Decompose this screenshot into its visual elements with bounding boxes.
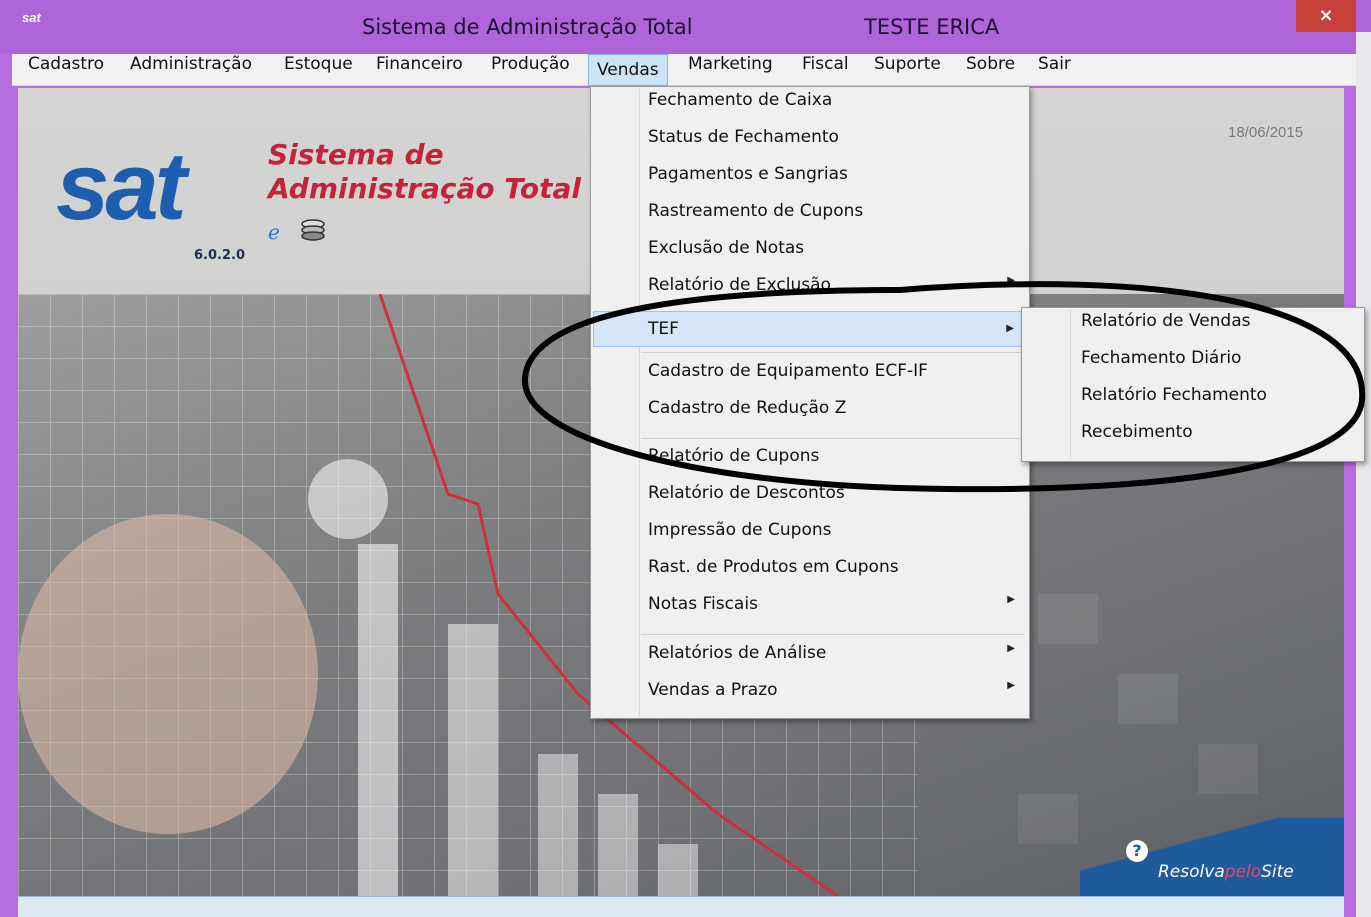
menu-item-status-de-fechamento[interactable]: Status de Fechamento — [593, 127, 1027, 163]
tef-submenu: Relatório de Vendas Fechamento Diário Re… — [1021, 307, 1365, 462]
status-bar — [18, 896, 1344, 917]
title-bar[interactable]: sat Sistema de Administração Total TESTE… — [0, 0, 1371, 54]
menu-item-notas-fiscais[interactable]: Notas Fiscais ▶ — [593, 594, 1027, 630]
menu-separator — [641, 438, 1025, 439]
menu-item-relatorios-de-analise[interactable]: Relatórios de Análise ▶ — [593, 643, 1027, 679]
menu-item-label: Impressão de Cupons — [648, 520, 832, 540]
submenu-arrow-icon: ▶ — [1007, 680, 1015, 691]
menu-item-relatorio-fechamento[interactable]: Relatório Fechamento — [1024, 385, 1362, 421]
menu-item-label: Pagamentos e Sangrias — [648, 164, 848, 184]
database-icon — [301, 219, 325, 241]
application-window: sat Sistema de Administração Total TESTE… — [0, 0, 1371, 917]
vendas-dropdown-menu: Fechamento de Caixa Status de Fechamento… — [590, 86, 1030, 719]
resolva-link[interactable]: ResolvapeloSite — [1158, 862, 1294, 882]
menu-separator — [641, 352, 1025, 353]
menu-item-exclusao-de-notas[interactable]: Exclusão de Notas — [593, 238, 1027, 274]
menu-sobre[interactable]: Sobre — [958, 54, 1023, 86]
menu-fiscal[interactable]: Fiscal — [794, 54, 857, 86]
menu-item-fechamento-de-caixa[interactable]: Fechamento de Caixa — [593, 90, 1027, 126]
browser-icon: ℯ — [268, 220, 280, 244]
submenu-arrow-icon: ▶ — [1007, 594, 1015, 605]
menu-item-label: Relatório de Cupons — [648, 446, 820, 466]
menu-estoque[interactable]: Estoque — [276, 54, 361, 86]
submenu-arrow-icon: ▶ — [1006, 323, 1014, 334]
menu-item-label: Relatório de Descontos — [648, 483, 845, 503]
menu-item-label: Cadastro de Equipamento ECF-IF — [648, 361, 928, 381]
version-label: 6.0.2.0 — [194, 248, 245, 263]
menu-item-recebimento[interactable]: Recebimento — [1024, 422, 1362, 458]
menu-item-cadastro-de-reducao-z[interactable]: Cadastro de Redução Z — [593, 398, 1027, 434]
background-window-edge — [1356, 32, 1371, 917]
menu-item-label: Fechamento de Caixa — [648, 90, 833, 110]
menu-item-relatorio-de-exclusao[interactable]: Relatório de Exclusão ▶ — [593, 275, 1027, 311]
resolva-suffix: Site — [1261, 862, 1294, 882]
menu-bar: Cadastro Administração Estoque Financeir… — [12, 54, 1356, 86]
menu-item-rastreamento-de-cupons[interactable]: Rastreamento de Cupons — [593, 201, 1027, 237]
menu-suporte[interactable]: Suporte — [866, 54, 949, 86]
logo-title-line1: Sistema de — [268, 138, 444, 171]
close-button[interactable]: × — [1296, 0, 1356, 32]
help-icon[interactable]: ? — [1126, 840, 1148, 862]
menu-item-impressao-de-cupons[interactable]: Impressão de Cupons — [593, 520, 1027, 556]
logo-title-line2: Administração Total — [268, 172, 581, 205]
menu-item-fechamento-diario[interactable]: Fechamento Diário — [1024, 348, 1362, 384]
menu-item-relatorio-de-vendas[interactable]: Relatório de Vendas — [1024, 311, 1362, 347]
menu-item-relatorio-de-cupons[interactable]: Relatório de Cupons — [593, 446, 1027, 482]
current-date: 18/06/2015 — [1228, 124, 1304, 141]
menu-item-vendas-a-prazo[interactable]: Vendas a Prazo ▶ — [593, 680, 1027, 716]
menu-item-pagamentos-e-sangrias[interactable]: Pagamentos e Sangrias — [593, 164, 1027, 200]
sat-logo: sat — [56, 133, 187, 240]
menu-vendas[interactable]: Vendas — [588, 54, 668, 86]
menu-producao[interactable]: Produção — [483, 54, 578, 86]
menu-item-label: Status de Fechamento — [648, 127, 839, 147]
submenu-arrow-icon: ▶ — [1007, 643, 1015, 654]
resolva-banner — [1080, 818, 1344, 896]
menu-item-cadastro-de-equipamento[interactable]: Cadastro de Equipamento ECF-IF — [593, 361, 1027, 397]
menu-item-label: Notas Fiscais — [648, 594, 758, 614]
menu-sair[interactable]: Sair — [1030, 54, 1079, 86]
menu-separator — [641, 634, 1025, 635]
resolva-mid: pelo — [1224, 862, 1262, 882]
menu-marketing[interactable]: Marketing — [680, 54, 781, 86]
submenu-arrow-icon: ▶ — [1007, 275, 1015, 286]
menu-item-label: Relatório de Exclusão — [648, 275, 831, 295]
menu-administracao[interactable]: Administração — [122, 54, 260, 86]
app-icon[interactable]: sat — [22, 10, 44, 30]
menu-item-label: Relatórios de Análise — [648, 643, 827, 663]
menu-item-tef[interactable]: TEF ▶ — [593, 311, 1027, 347]
menu-item-label: Exclusão de Notas — [648, 238, 805, 258]
menu-item-label: Vendas a Prazo — [648, 680, 778, 700]
window-title: Sistema de Administração Total — [362, 15, 693, 39]
menu-item-label: Rastreamento de Cupons — [648, 201, 864, 221]
menu-item-relatorio-de-descontos[interactable]: Relatório de Descontos — [593, 483, 1027, 519]
menu-item-label: TEF — [648, 319, 679, 339]
menu-item-label: Rast. de Produtos em Cupons — [648, 557, 899, 577]
menu-financeiro[interactable]: Financeiro — [368, 54, 471, 86]
window-user-name: TESTE ERICA — [864, 15, 1000, 39]
menu-cadastro[interactable]: Cadastro — [20, 54, 112, 86]
resolva-prefix: Resolva — [1158, 862, 1225, 882]
menu-item-label: Cadastro de Redução Z — [648, 398, 847, 418]
menu-item-rast-de-produtos[interactable]: Rast. de Produtos em Cupons — [593, 557, 1027, 593]
